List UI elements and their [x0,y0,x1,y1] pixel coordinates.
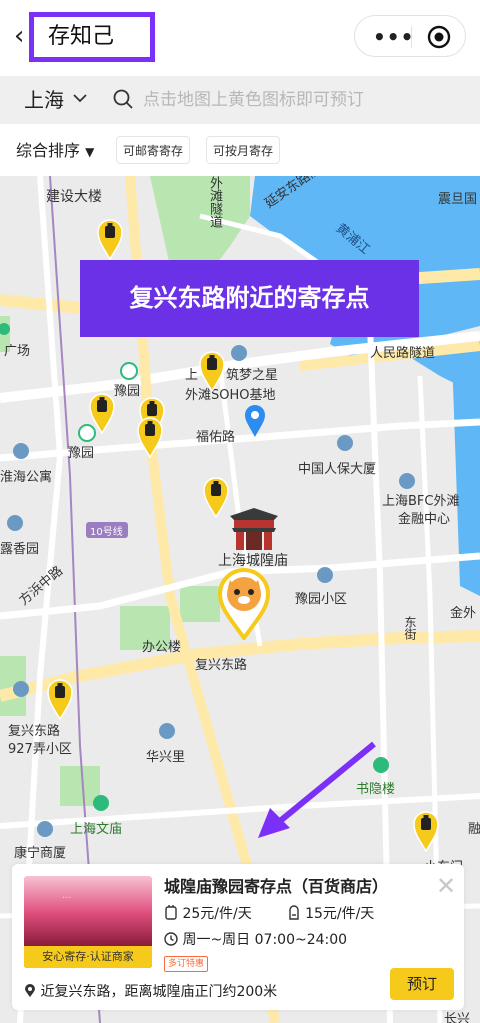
map-label: 复兴东路 [8,724,61,739]
clock-icon [164,932,178,946]
store-address: 近复兴东路，距离城隍庙正门约200米 [40,984,278,1000]
building-icon [231,345,247,361]
map-label: 淮海公寓 [0,470,53,485]
map-label: 外滩隧道 [207,176,222,228]
storage-marker[interactable] [412,810,440,852]
more-dots-icon[interactable]: ••• [373,27,414,47]
map-label: 福佑路 [196,430,236,445]
map-label: 复兴东路 [195,658,248,673]
book-button[interactable]: 预订 [390,968,454,1000]
annotation-arrow-icon [258,741,376,838]
building-icon [37,821,53,837]
map-label: 建设大楼 [46,189,102,205]
sort-label: 综合排序 [16,141,81,160]
map-label: 办公楼 [142,640,182,655]
park-icon [0,323,10,335]
target-icon[interactable] [427,25,451,49]
map-label: 中国人保大厦 [298,462,377,477]
filter-chip-monthly[interactable]: 可按月寄存 [206,136,281,164]
storage-marker[interactable] [198,350,226,392]
map-label: 露香园 [0,542,40,557]
storage-marker[interactable] [202,476,230,518]
park-yuyuan-2 [180,586,220,622]
map-label: 豫园 [114,384,141,399]
back-arrow-icon[interactable]: ‹ [14,22,24,50]
hours-row: 周一~周日 07:00~24:00 [164,930,347,950]
map-label: 927弄小区 [8,742,72,757]
price-luggage: 25元/件/天 [182,906,252,922]
store-title: 城隍庙豫园寄存点（百货商店） [164,877,389,896]
map-label: 东街 [403,616,417,640]
selected-storage-marker[interactable] [216,568,272,640]
building-icon [337,435,353,451]
discount-badge: 多订特惠 [164,956,209,972]
miniprogram-capsule: ••• [354,15,466,57]
filter-chip-mail[interactable]: 可邮寄寄存 [116,136,191,164]
storage-detail-card[interactable]: ... 安心寄存·认证商家 城隍庙豫园寄存点（百货商店） ✕ 25元/件/天 1… [12,864,464,1010]
price-backpack: 15元/件/天 [305,906,375,922]
store-thumbnail: ... 安心寄存·认证商家 [24,876,152,968]
building-icon [7,515,23,531]
luggage-icon [165,905,177,920]
map-label: 上海城隍庙 [218,553,288,569]
building-icon [13,443,29,459]
map-label: 上 [185,368,199,383]
sort-arrow-icon: ▼ [85,145,95,159]
metro-station-icon [120,362,138,380]
storage-marker[interactable] [46,678,74,720]
chenghuang-temple-icon [230,508,278,550]
map-label: 上海文庙 [70,822,123,837]
current-location-pin-icon [245,405,265,437]
price-row: 25元/件/天 15元/件/天 [164,904,374,924]
page-title: 存知己 [29,12,155,62]
search-bar: 上海 点击地图上黄色图标即可预订 [0,76,480,124]
close-icon[interactable]: ✕ [436,874,456,898]
map-label: 金外 [450,606,477,621]
address-row: 近复兴东路，距离城隍庙正门约200米 [24,982,277,1002]
search-input[interactable]: 点击地图上黄色图标即可预订 [143,88,364,112]
opening-hours: 周一~周日 07:00~24:00 [182,932,348,948]
thumb-text: ... [62,890,72,901]
map-label: 康宁商厦 [14,846,67,861]
map-label: 人民路隧道 [370,346,436,361]
top-nav-bar: ‹ 存知己 ••• [0,0,480,76]
sort-dropdown[interactable]: 综合排序 ▼ [16,140,94,163]
map-label: 华兴里 [146,750,186,765]
filter-bar: 综合排序 ▼ 可邮寄寄存 可按月寄存 [0,124,480,176]
map-label: 广场 [4,344,31,359]
map-label: 豫园 [68,446,95,461]
building-icon [317,567,333,583]
building-icon [13,681,29,697]
certified-badge: 安心寄存·认证商家 [24,946,152,968]
search-icon [113,89,133,109]
map-label: 筑梦之星 [226,368,279,383]
map-label: 震旦国 [438,192,478,207]
metro-station-icon [78,424,96,442]
metro-line-label: 10号线 [90,527,123,538]
building-icon [399,473,415,489]
storage-marker[interactable] [136,416,164,458]
map-label: 上海BFC外滩 [382,494,460,509]
location-pin-icon [25,984,35,997]
annotation-banner: 复兴东路附近的寄存点 [80,260,419,337]
building-icon [159,723,175,739]
map-label: 金融中心 [398,512,451,527]
storage-marker[interactable] [96,218,124,260]
map-label: 豫园小区 [295,592,348,607]
map-label: 融 [468,822,480,837]
chevron-down-icon[interactable] [72,90,88,106]
scenic-icon [93,795,109,811]
backpack-icon [288,905,299,920]
capsule-divider [411,26,412,48]
city-selector[interactable]: 上海 [24,86,64,114]
map-label: 长兴 [444,1012,471,1023]
